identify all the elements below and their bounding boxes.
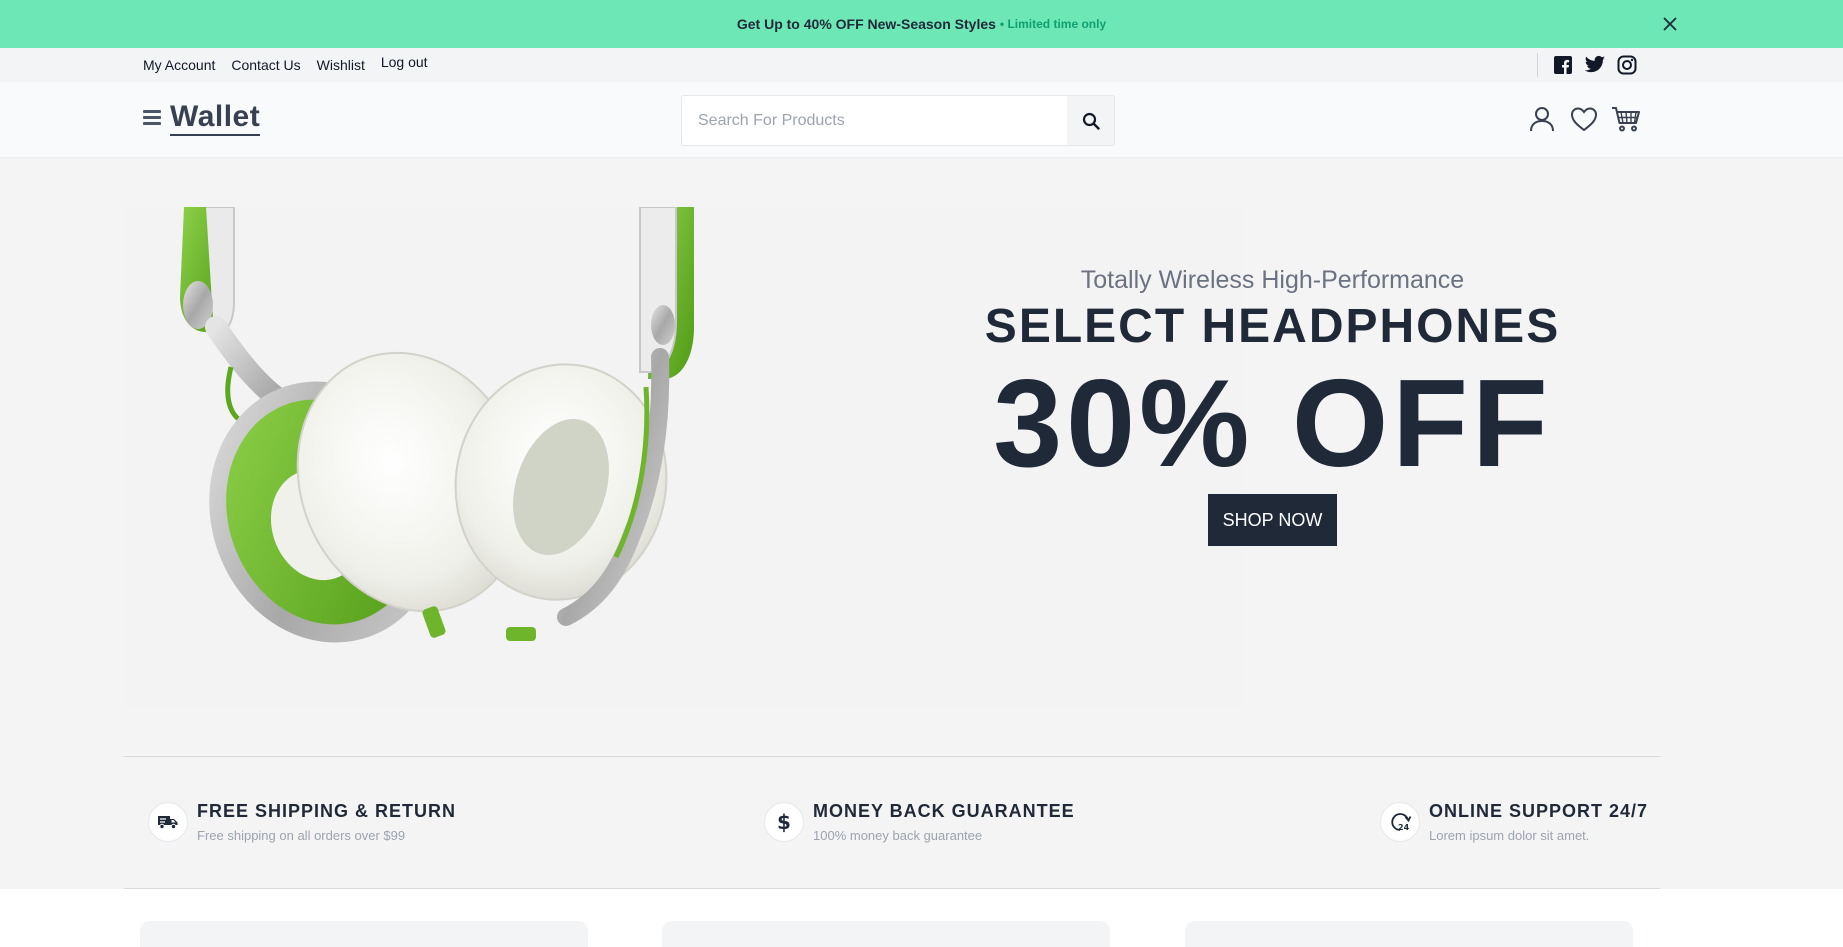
utility-bar: My Account Contact Us Wishlist Log out <box>0 48 1843 82</box>
wishlist-icon[interactable] <box>1569 104 1599 134</box>
feature-description: 100% money back guarantee <box>813 828 983 843</box>
promo-subtext: • Limited time only <box>999 17 1107 31</box>
close-icon[interactable] <box>1657 11 1683 37</box>
dollar-icon: $ <box>764 802 804 842</box>
feature-title: ONLINE SUPPORT 24/7 <box>1429 801 1649 821</box>
promo-text: Get Up to 40% OFF New-Season Styles <box>736 16 996 32</box>
category-card[interactable] <box>140 921 588 947</box>
truck-icon <box>148 802 188 842</box>
my-account-link[interactable]: My Account <box>143 57 215 73</box>
hero-discount: 30% OFF <box>993 355 1552 493</box>
feature-title: MONEY BACK GUARANTEE <box>813 801 1075 821</box>
contact-us-link[interactable]: Contact Us <box>231 57 300 73</box>
hero-title: SELECT HEADPHONES <box>984 300 1561 353</box>
feature-description: Lorem ipsum dolor sit amet. <box>1429 828 1590 843</box>
twitter-icon[interactable] <box>1584 54 1606 76</box>
promo-bar: Get Up to 40% OFF New-Season Styles • Li… <box>0 0 1843 48</box>
social-links <box>1537 48 1638 82</box>
feature-title: FREE SHIPPING & RETURN <box>197 801 457 821</box>
facebook-icon[interactable] <box>1552 54 1574 76</box>
feature-description: Free shipping on all orders over $99 <box>197 828 406 843</box>
shop-now-button[interactable]: SHOP NOW <box>1207 494 1338 546</box>
category-card[interactable] <box>662 921 1110 947</box>
site-logo[interactable]: Wallet <box>170 100 261 136</box>
support-24-icon: 24 <box>1380 802 1420 842</box>
hero-subtitle: Totally Wireless High-Performance <box>1080 266 1465 294</box>
account-icon[interactable] <box>1527 104 1557 134</box>
main-header: Wallet <box>0 82 1843 158</box>
social-divider <box>1537 53 1538 77</box>
search-button[interactable] <box>1067 96 1114 145</box>
search-input[interactable] <box>682 96 1067 145</box>
search-bar <box>681 95 1115 146</box>
hero-text: Totally Wireless High-Performance SELECT… <box>960 260 1585 546</box>
wishlist-link[interactable]: Wishlist <box>317 57 365 73</box>
hero-headphones-image <box>180 207 694 643</box>
svg-text:24: 24 <box>1398 823 1410 832</box>
cart-icon[interactable] <box>1611 104 1641 134</box>
header-icons <box>1527 104 1641 136</box>
hamburger-menu-icon[interactable] <box>143 110 161 126</box>
category-card[interactable] <box>1185 921 1633 947</box>
search-icon <box>1082 112 1100 130</box>
instagram-icon[interactable] <box>1616 54 1638 76</box>
logout-link[interactable]: Log out <box>381 54 428 70</box>
features-top-divider <box>124 756 1660 757</box>
utility-links: My Account Contact Us Wishlist Log out <box>143 48 428 82</box>
